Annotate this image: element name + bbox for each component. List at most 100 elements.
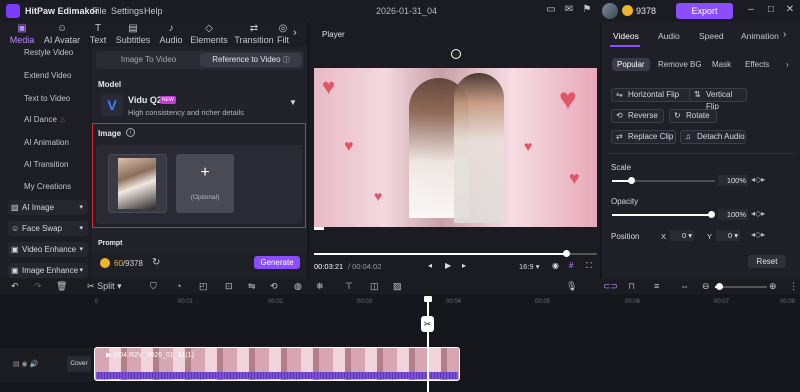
caret-down-icon[interactable]: ▼ [289, 98, 297, 107]
avatar[interactable] [602, 3, 618, 19]
vertical-flip-button[interactable]: ⇅ Vertical Flip [689, 88, 747, 111]
zoom-in-icon[interactable]: ⊕ [769, 281, 777, 292]
next-frame-icon[interactable]: ▸ [462, 261, 466, 270]
keyframe-prev-icon[interactable]: ◂◇▸ [751, 175, 765, 184]
reverse-button[interactable]: ⟲ Reverse [611, 109, 664, 123]
link-icon[interactable]: ⊂⊃ [603, 281, 618, 292]
redo-icon[interactable]: ↷ [34, 281, 42, 292]
snowflake-icon[interactable]: ❄ [316, 281, 324, 292]
gift-icon[interactable]: ✉ [563, 4, 575, 16]
subtab-popular[interactable]: Popular [612, 58, 650, 71]
tool-elements[interactable]: ◇ Elements [187, 23, 231, 47]
generate-button[interactable]: Generate [254, 256, 300, 269]
zoom-slider-knob[interactable] [716, 283, 723, 290]
microphone-icon[interactable]: 🎙 [566, 281, 577, 292]
sidebar-group-video-enhance[interactable]: ▣ Video Enhance ▾ [8, 242, 88, 257]
more-icon[interactable]: ⋮ [789, 281, 798, 292]
cover-button[interactable]: Cover [67, 356, 91, 372]
subtab-effects[interactable]: Effects [740, 58, 774, 71]
position-y-input[interactable]: 0 ▾ [716, 230, 740, 241]
rotate-handle[interactable] [451, 49, 461, 59]
menu-file[interactable]: File [92, 6, 107, 16]
close-icon[interactable]: ✕ [784, 4, 796, 16]
sidebar-group-image-enhance[interactable]: ▣ Image Enhance ▾ [8, 263, 88, 278]
refresh-icon[interactable]: ↻ [152, 257, 160, 268]
track-icon[interactable]: ≡ [654, 281, 659, 291]
rotate-button[interactable]: ↻ Rotate [669, 109, 717, 123]
tab-videos[interactable]: Videos [613, 31, 639, 41]
sticker-icon[interactable]: ◫ [370, 281, 379, 292]
tab-image-to-video[interactable]: Image To Video [100, 53, 197, 67]
delete-icon[interactable]: 🗑 [56, 281, 67, 292]
subtab-mask[interactable]: Mask [707, 58, 736, 71]
selection-handle[interactable] [314, 227, 324, 230]
scale-slider-knob[interactable] [628, 177, 635, 184]
snapshot-icon[interactable]: ◉ [552, 261, 559, 270]
magnet-icon[interactable]: ⊓ [628, 281, 635, 292]
tool-media[interactable]: ▣ Media [0, 23, 44, 47]
aspect-ratio-select[interactable]: 16:9 ▾ [519, 262, 539, 271]
minimize-icon[interactable]: – [745, 4, 757, 16]
opacity-value[interactable]: 100% [718, 209, 748, 220]
playhead-handle[interactable] [424, 296, 432, 302]
freeze-icon[interactable]: ⊡ [225, 281, 233, 292]
crop-icon[interactable]: ◰ [199, 281, 208, 292]
playhead[interactable] [427, 296, 429, 392]
fit-icon[interactable]: ⇔ [680, 281, 689, 291]
maximize-icon[interactable]: □ [765, 4, 777, 16]
info-icon[interactable]: i [126, 128, 135, 137]
sidebar-group-ai-image[interactable]: ▨ AI Image ▾ [8, 200, 88, 215]
sidebar-item-ai-dance[interactable]: AI Dance ♨ [24, 115, 66, 124]
menu-help[interactable]: Help [144, 6, 163, 16]
notification-icon[interactable]: ⚑ [581, 4, 593, 16]
sidebar-item-restyle-video[interactable]: Restyle Video [24, 48, 73, 57]
image-icon[interactable]: ▨ [393, 281, 402, 292]
tab-speed[interactable]: Speed [699, 31, 724, 41]
zoom-out-icon[interactable]: ⊖ [702, 281, 710, 292]
mirror-icon[interactable]: ⇋ [248, 281, 256, 292]
monitor-icon[interactable]: ▭ [545, 4, 557, 16]
shield-icon[interactable]: ⛉ [150, 281, 157, 292]
sidebar-item-extend-video[interactable]: Extend Video [24, 71, 71, 80]
sidebar-item-text-to-video[interactable]: Text to Video [24, 94, 70, 103]
sidebar-group-face-swap[interactable]: ☺ Face Swap ▾ [8, 221, 88, 236]
opacity-slider-knob[interactable] [708, 211, 715, 218]
split-button[interactable]: ✂ Split ▾ [87, 281, 122, 292]
scrub-knob[interactable] [563, 250, 570, 257]
scissors-icon[interactable]: ✂ [421, 316, 434, 332]
opacity-slider[interactable] [612, 214, 712, 216]
mask-icon[interactable]: ◍ [294, 281, 302, 292]
replace-clip-button[interactable]: ⇄ Replace Clip [611, 130, 676, 144]
tab-animation[interactable]: Animation [741, 31, 779, 41]
chevron-right-icon[interactable]: › [293, 27, 305, 41]
video-preview[interactable]: ♥ ♥ ♥ ♥ ♥ ♥ [314, 68, 597, 227]
menu-settings[interactable]: Settings [111, 6, 144, 16]
add-image-slot[interactable] [176, 154, 234, 213]
grid-icon[interactable]: # [569, 261, 573, 270]
info-icon[interactable]: ⓘ [283, 57, 290, 64]
play-icon[interactable]: ▶ [445, 261, 451, 270]
export-button[interactable]: Export [676, 3, 733, 19]
sidebar-item-ai-transition[interactable]: AI Transition [24, 160, 68, 169]
tab-reference-to-video[interactable]: Reference to Video ⓘ [200, 53, 302, 67]
reverse-icon[interactable]: ⟲ [270, 281, 278, 292]
speed-icon[interactable]: ◔ [176, 281, 181, 291]
subtab-remove-bg[interactable]: Remove BG [653, 58, 707, 71]
tab-audio[interactable]: Audio [658, 31, 680, 41]
chevron-right-icon[interactable]: › [783, 29, 786, 40]
sidebar-item-my-creations[interactable]: My Creations [24, 182, 71, 191]
keyframe-icon[interactable]: ◂◇▸ [751, 230, 765, 239]
text-tool-icon[interactable]: ⊤ [345, 281, 353, 292]
fullscreen-icon[interactable]: ⛶ [586, 261, 592, 271]
reset-button[interactable]: Reset [748, 255, 786, 268]
position-x-input[interactable]: 0 ▾ [670, 230, 694, 241]
sidebar-item-ai-animation[interactable]: AI Animation [24, 138, 69, 147]
scale-value[interactable]: 100% [718, 175, 748, 186]
undo-icon[interactable]: ↶ [11, 281, 19, 292]
track-controls[interactable]: ▤ ◉ 🔊 [13, 360, 38, 368]
horizontal-flip-button[interactable]: ⇋ Horizontal Flip [611, 88, 693, 102]
prev-frame-icon[interactable]: ◂ [428, 261, 432, 270]
detach-audio-button[interactable]: ♫ Detach Audio [680, 130, 746, 144]
chevron-right-icon[interactable]: › [781, 58, 794, 71]
keyframe-icon[interactable]: ◂◇▸ [751, 209, 765, 218]
